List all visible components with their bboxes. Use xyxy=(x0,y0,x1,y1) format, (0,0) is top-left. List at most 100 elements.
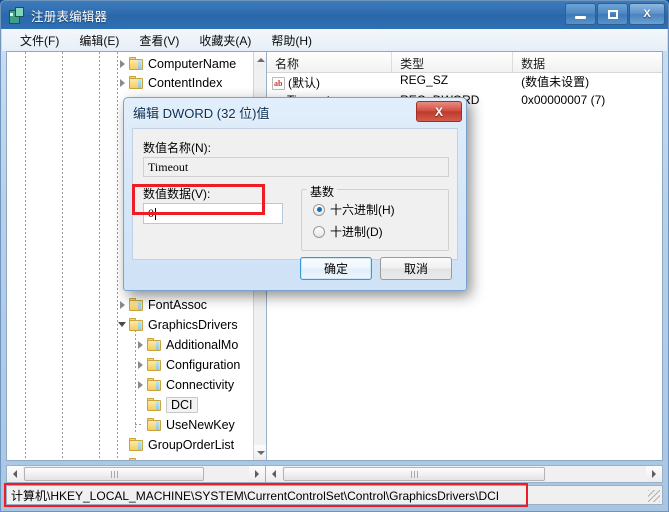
menu-bar: 文件(F) 编辑(E) 查看(V) 收藏夹(A) 帮助(H) xyxy=(2,29,667,51)
dialog-title-bar: 编辑 DWORD (32 位)值 X xyxy=(124,98,466,127)
list-header: 名称 类型 数据 xyxy=(267,52,662,73)
dialog-close-button[interactable]: X xyxy=(416,101,462,122)
folder-icon xyxy=(129,438,144,451)
text-cursor xyxy=(155,207,156,220)
tree-item-fontassoc[interactable]: FontAssoc xyxy=(117,295,210,314)
resize-grip-icon[interactable] xyxy=(648,490,660,502)
value-name-text: (默认) xyxy=(288,76,320,90)
column-header-name[interactable]: 名称 xyxy=(267,52,393,72)
folder-icon xyxy=(147,358,162,371)
dialog-body: 数值名称(N): Timeout 数值数据(V): 0 基数 十六进制(H) 十… xyxy=(132,128,458,280)
tree-item-contentindex[interactable]: ContentIndex xyxy=(117,73,225,92)
tree-item-usenewkey[interactable]: UseNewKey xyxy=(135,415,238,434)
cell-data: 0x00000007 (7) xyxy=(521,93,606,107)
ok-button[interactable]: 确定 xyxy=(300,257,372,280)
scroll-thumb[interactable] xyxy=(24,467,204,481)
tree-item-label: FontAssoc xyxy=(148,297,208,312)
scroll-left-arrow-icon[interactable] xyxy=(266,466,282,482)
status-bar-path: 计算机\HKEY_LOCAL_MACHINE\SYSTEM\CurrentCon… xyxy=(11,488,500,503)
tree-item-label: GroupOrderList xyxy=(148,437,235,452)
value-name-label: 数值名称(N): xyxy=(143,141,211,155)
tree-item-label: HAI xyxy=(148,458,172,461)
list-horizontal-scrollbar[interactable] xyxy=(265,465,663,483)
tree-item-configuration[interactable]: Configuration xyxy=(135,355,243,374)
chevron-right-icon[interactable] xyxy=(135,339,146,350)
dialog-title: 编辑 DWORD (32 位)值 xyxy=(133,106,270,121)
tree-item-label: Configuration xyxy=(166,357,241,372)
chevron-right-icon[interactable] xyxy=(117,459,128,460)
cancel-button[interactable]: 取消 xyxy=(380,257,452,280)
tree-item-label: ContentIndex xyxy=(148,75,223,90)
chevron-right-icon[interactable] xyxy=(135,379,146,390)
radio-decimal[interactable]: 十进制(D) xyxy=(313,223,383,240)
cell-name: ab (默认) xyxy=(267,73,392,92)
tree-item-connectivity[interactable]: Connectivity xyxy=(135,375,237,394)
folder-icon xyxy=(129,57,144,70)
tree-item-additionalmodes[interactable]: AdditionalMo xyxy=(135,335,241,354)
window-title: 注册表编辑器 xyxy=(31,9,108,24)
chevron-right-icon[interactable] xyxy=(135,359,146,370)
menu-item-edit[interactable]: 编辑(E) xyxy=(69,30,129,51)
column-header-type[interactable]: 类型 xyxy=(392,52,514,72)
folder-icon xyxy=(129,298,144,311)
value-name-input[interactable]: Timeout xyxy=(143,157,449,177)
table-row[interactable]: ab (默认) REG_SZ (数值未设置) xyxy=(267,73,662,92)
scroll-thumb[interactable] xyxy=(283,467,545,481)
folder-icon xyxy=(147,398,162,411)
scroll-left-arrow-icon[interactable] xyxy=(7,466,23,482)
tree-guide-line xyxy=(99,52,100,460)
value-data-input[interactable]: 0 xyxy=(143,203,283,224)
tree-item-label: GraphicsDrivers xyxy=(148,317,238,332)
scroll-right-arrow-icon[interactable] xyxy=(249,466,265,482)
minimize-button[interactable] xyxy=(565,3,596,25)
tree-guide-line xyxy=(62,52,63,460)
tree-item-grouporderlist[interactable]: GroupOrderList xyxy=(117,435,237,454)
cell-type: REG_SZ xyxy=(400,73,449,87)
maximize-button[interactable] xyxy=(597,3,628,25)
tree-item-hai[interactable]: HAI xyxy=(117,455,172,460)
folder-icon xyxy=(147,338,162,351)
chevron-right-icon[interactable] xyxy=(117,299,128,310)
tree-guide-line xyxy=(117,52,118,460)
value-data-text: 0 xyxy=(148,206,154,220)
status-bar: 计算机\HKEY_LOCAL_MACHINE\SYSTEM\CurrentCon… xyxy=(6,485,663,505)
close-button[interactable]: X xyxy=(629,3,665,25)
column-header-data[interactable]: 数据 xyxy=(513,52,662,72)
tree-horizontal-scrollbar[interactable] xyxy=(6,465,265,483)
menu-item-help[interactable]: 帮助(H) xyxy=(261,30,322,51)
tree-item-computername[interactable]: ComputerName xyxy=(117,54,239,73)
base-group-label: 基数 xyxy=(307,183,338,200)
tree-item-label: ComputerName xyxy=(148,56,237,71)
scroll-right-arrow-icon[interactable] xyxy=(646,466,662,482)
ab-string-icon: ab xyxy=(272,77,285,90)
value-data-label: 数值数据(V): xyxy=(143,187,211,201)
radio-label: 十进制(D) xyxy=(330,225,383,239)
tree-item-label: DCI xyxy=(166,396,198,413)
registry-editor-icon xyxy=(7,6,25,24)
window-controls: X xyxy=(565,3,665,25)
folder-icon xyxy=(129,458,144,460)
horizontal-scrollbars xyxy=(6,465,663,483)
title-bar: 注册表编辑器 X xyxy=(1,1,668,29)
menu-item-favorites[interactable]: 收藏夹(A) xyxy=(189,30,261,51)
tree-item-label: Connectivity xyxy=(166,377,235,392)
radio-button-icon[interactable] xyxy=(313,203,325,216)
scroll-down-arrow-icon[interactable] xyxy=(254,445,266,460)
folder-icon xyxy=(147,418,162,431)
folder-icon xyxy=(129,318,144,331)
tree-guide-line xyxy=(135,424,143,425)
radio-label: 十六进制(H) xyxy=(330,203,395,217)
menu-item-file[interactable]: 文件(F) xyxy=(10,30,69,51)
chevron-right-icon[interactable] xyxy=(117,58,128,69)
menu-item-view[interactable]: 查看(V) xyxy=(129,30,189,51)
registry-editor-window: 注册表编辑器 X 文件(F) 编辑(E) 查看(V) 收藏夹(A) 帮助(H) xyxy=(0,0,669,512)
radio-button-icon[interactable] xyxy=(313,225,325,238)
chevron-down-icon[interactable] xyxy=(117,319,128,330)
radio-hexadecimal[interactable]: 十六进制(H) xyxy=(313,201,395,218)
cell-data: (数值未设置) xyxy=(521,75,590,89)
tree-item-label: AdditionalMo xyxy=(166,337,239,352)
chevron-right-icon[interactable] xyxy=(117,77,128,88)
tree-item-dci[interactable]: DCI xyxy=(135,395,198,414)
scroll-up-arrow-icon[interactable] xyxy=(254,52,266,67)
